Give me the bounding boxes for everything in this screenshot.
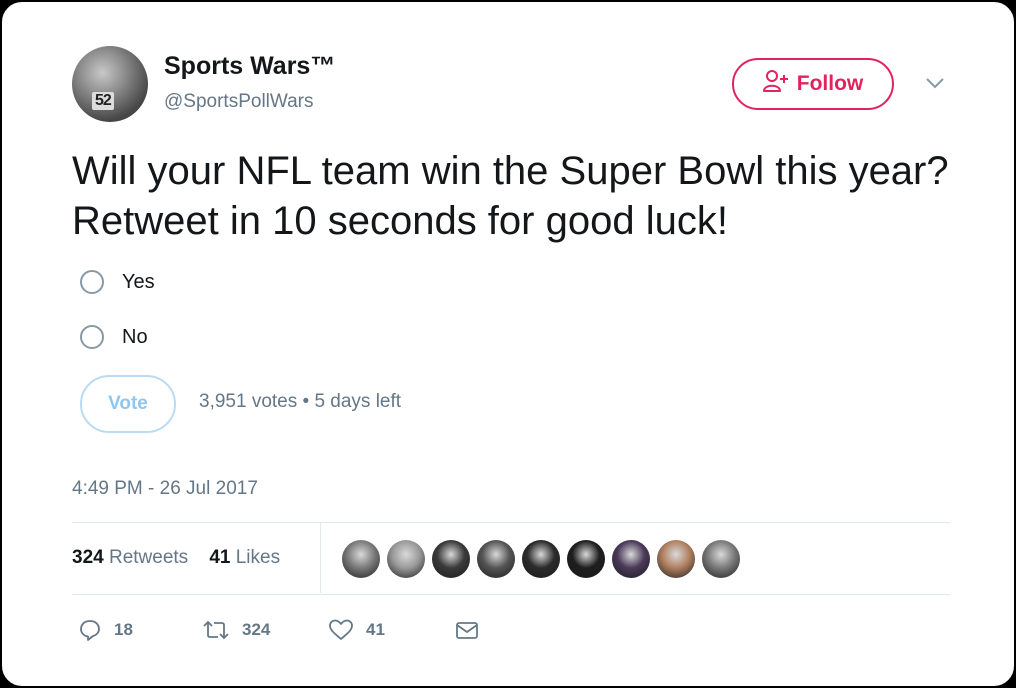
liker-avatar[interactable] <box>432 540 470 578</box>
like-icon <box>329 619 353 640</box>
tweet-text: Will your NFL team win the Super Bowl th… <box>72 149 949 243</box>
poll-option-no[interactable]: No <box>80 325 148 349</box>
tweet-card: 52 Sports Wars™ @SportsPollWars Follow W… <box>0 0 1016 688</box>
liker-avatar[interactable] <box>477 540 515 578</box>
reply-action[interactable]: 18 <box>78 618 133 642</box>
liker-avatar[interactable] <box>612 540 650 578</box>
liker-avatar[interactable] <box>387 540 425 578</box>
poll-option-label: No <box>122 325 148 348</box>
reply-icon <box>80 620 100 641</box>
avatar-jersey-number: 52 <box>92 92 114 110</box>
retweet-count: 324 <box>242 620 271 639</box>
follow-person-icon <box>762 69 789 99</box>
likes-label: Likes <box>235 547 281 568</box>
account-handle[interactable]: @SportsPollWars <box>164 91 314 113</box>
retweets-count: 324 <box>72 547 104 568</box>
caret-down-icon[interactable] <box>924 76 946 90</box>
follow-button[interactable]: Follow <box>732 58 894 110</box>
divider-top <box>72 522 950 523</box>
avatar[interactable]: 52 <box>72 46 148 122</box>
timestamp[interactable]: 4:49 PM - 26 Jul 2017 <box>72 478 258 500</box>
retweets-stat[interactable]: 324 Retweets <box>72 547 188 568</box>
retweets-label: Retweets <box>108 547 189 568</box>
divider-vertical <box>320 523 321 593</box>
poll-option-yes[interactable]: Yes <box>80 270 155 294</box>
likes-stat[interactable]: 41 Likes <box>209 547 280 568</box>
liker-avatar[interactable] <box>342 540 380 578</box>
divider-bottom <box>72 594 950 595</box>
action-bar: 18 324 41 <box>2 618 1016 648</box>
follow-label: Follow <box>796 72 864 95</box>
likers-avatars <box>342 540 740 578</box>
retweet-action[interactable]: 324 <box>202 618 270 642</box>
radio-button[interactable] <box>80 270 104 294</box>
liker-avatar[interactable] <box>657 540 695 578</box>
poll-option-label: Yes <box>122 270 155 293</box>
liker-avatar[interactable] <box>522 540 560 578</box>
like-count: 41 <box>366 620 385 639</box>
liker-avatar[interactable] <box>702 540 740 578</box>
liker-avatar[interactable] <box>567 540 605 578</box>
engagement-stats: 324 Retweets 41 Likes <box>72 547 280 569</box>
radio-button[interactable] <box>80 325 104 349</box>
likes-count: 41 <box>209 547 231 568</box>
reply-count: 18 <box>114 620 133 639</box>
account-name[interactable]: Sports Wars™ <box>164 52 335 81</box>
dm-icon <box>456 622 478 639</box>
retweet-icon <box>203 620 229 640</box>
direct-message-action[interactable] <box>454 618 480 642</box>
poll-meta: 3,951 votes • 5 days left <box>199 391 402 412</box>
like-action[interactable]: 41 <box>328 618 385 642</box>
vote-button[interactable]: Vote <box>80 375 176 433</box>
